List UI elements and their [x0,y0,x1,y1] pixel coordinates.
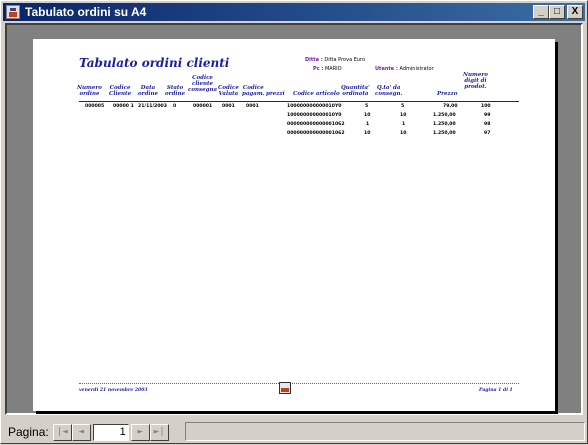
cell-prezzo: 79,00 [443,104,458,109]
navigation-bar: Pagina: |◄ ◄ 1 ► ►| [1,419,588,445]
meta-ditta: Ditta : Ditta Prova Euro [305,57,365,63]
app-icon[interactable] [6,5,20,19]
col-data-ordine: Data ordine [138,85,158,97]
prev-page-button[interactable]: ◄ [71,423,91,441]
cell-prezzo: 1.250,00 [433,122,456,127]
prev-page-icon: ◄ [78,426,84,437]
footer-rule [79,383,519,384]
title-bar[interactable]: Tabulato ordini su A4 _ □ X [3,3,585,21]
first-page-icon: |◄ [56,426,68,437]
col-codice-valuta: Codice Valuta [218,85,239,97]
cell-data-ordine: 21/11/2003 [138,104,167,109]
last-page-button[interactable]: ►| [149,423,169,441]
col-numero-ordine: Numero ordine [77,85,102,97]
col-stato-ordine: Stato ordine [165,85,185,97]
cell-articolo: 100000000000010Y0 [287,104,342,109]
col-prezzo: Prezzo [437,91,458,97]
col-codice-cliente-consegna: Codice cliente consegna [188,75,218,93]
col-qta-consegn: Q.ta' da consegn. [375,85,403,97]
report-logo-icon [279,382,291,394]
report-page: Tabulato ordini clienti Ditta : Ditta Pr… [33,39,555,411]
cell-digit: 98 [484,122,491,127]
cell-quantita: 10 [364,131,371,136]
cell-codice-cliente-consegna: 000001 [193,104,213,109]
next-page-icon: ► [137,426,143,437]
cell-qta-consegn: 10 [400,131,407,136]
cell-qta-consegn: 1 [402,122,406,127]
cell-codice-cliente: 00000 1 [113,104,134,109]
col-codice-cliente: Codice Cliente [109,85,132,97]
meta-pc: Pc : MARIO [313,66,342,72]
cell-codice-pagam: 0001 [246,104,259,109]
utente-label: Utente : [375,66,398,72]
cell-digit: 97 [484,131,491,136]
page-number-input[interactable]: 1 [92,423,129,441]
cell-digit: 99 [484,113,491,118]
cell-numero-ordine: 000005 [85,104,105,109]
cell-prezzo: 1.250,00 [433,131,456,136]
col-codice-articolo: Codice articolo [293,91,340,97]
col-prezzi: prezzi [266,91,285,97]
cell-stato-ordine: 0 [173,104,177,109]
footer-page: Pagina 1 di 1 [479,388,513,393]
ditta-value: Ditta Prova Euro [324,57,366,63]
next-page-button[interactable]: ► [130,423,150,441]
maximize-button[interactable]: □ [549,5,565,19]
meta-utente: Utente : Administrator [375,66,434,72]
cell-codice-valuta: 0001 [222,104,235,109]
minimize-button[interactable]: _ [533,5,549,19]
utente-value: Administrator [399,66,434,72]
col-quantita-ordinata: Quantita' ordinata [341,85,370,97]
cell-quantita: 10 [364,113,371,118]
last-page-icon: ►| [153,426,165,437]
cell-qta-consegn: 5 [401,104,405,109]
cell-articolo: 100000000000010Y0 [287,113,342,118]
footer-date: venerdì 21 novembre 2003 [79,388,148,393]
pc-label: Pc : [313,66,324,72]
col-numero-digit: Numero digit di prodot. [463,72,488,90]
window-title: Tabulato ordini su A4 [25,5,147,19]
pc-value: MARIO [324,66,342,72]
cell-quantita: 5 [365,104,369,109]
first-page-button[interactable]: |◄ [52,423,72,441]
cell-digit: 100 [481,104,491,109]
cell-articolo: 000000000000001062 [287,122,345,127]
ditta-label: Ditta : [305,57,323,63]
cell-quantita: 1 [366,122,370,127]
page-label: Pagina: [8,425,49,439]
col-codice-pagam: Codice pagam. [242,85,265,97]
report-title: Tabulato ordini clienti [79,56,230,70]
report-window: Tabulato ordini su A4 _ □ X Tabulato ord… [0,0,588,444]
header-rule [79,101,519,102]
cell-prezzo: 1.250,00 [433,113,456,118]
close-button[interactable]: X [567,5,583,19]
cell-articolo: 000000000000001062 [287,131,345,136]
cell-qta-consegn: 10 [400,113,407,118]
preview-area[interactable]: Tabulato ordini clienti Ditta : Ditta Pr… [5,23,583,415]
